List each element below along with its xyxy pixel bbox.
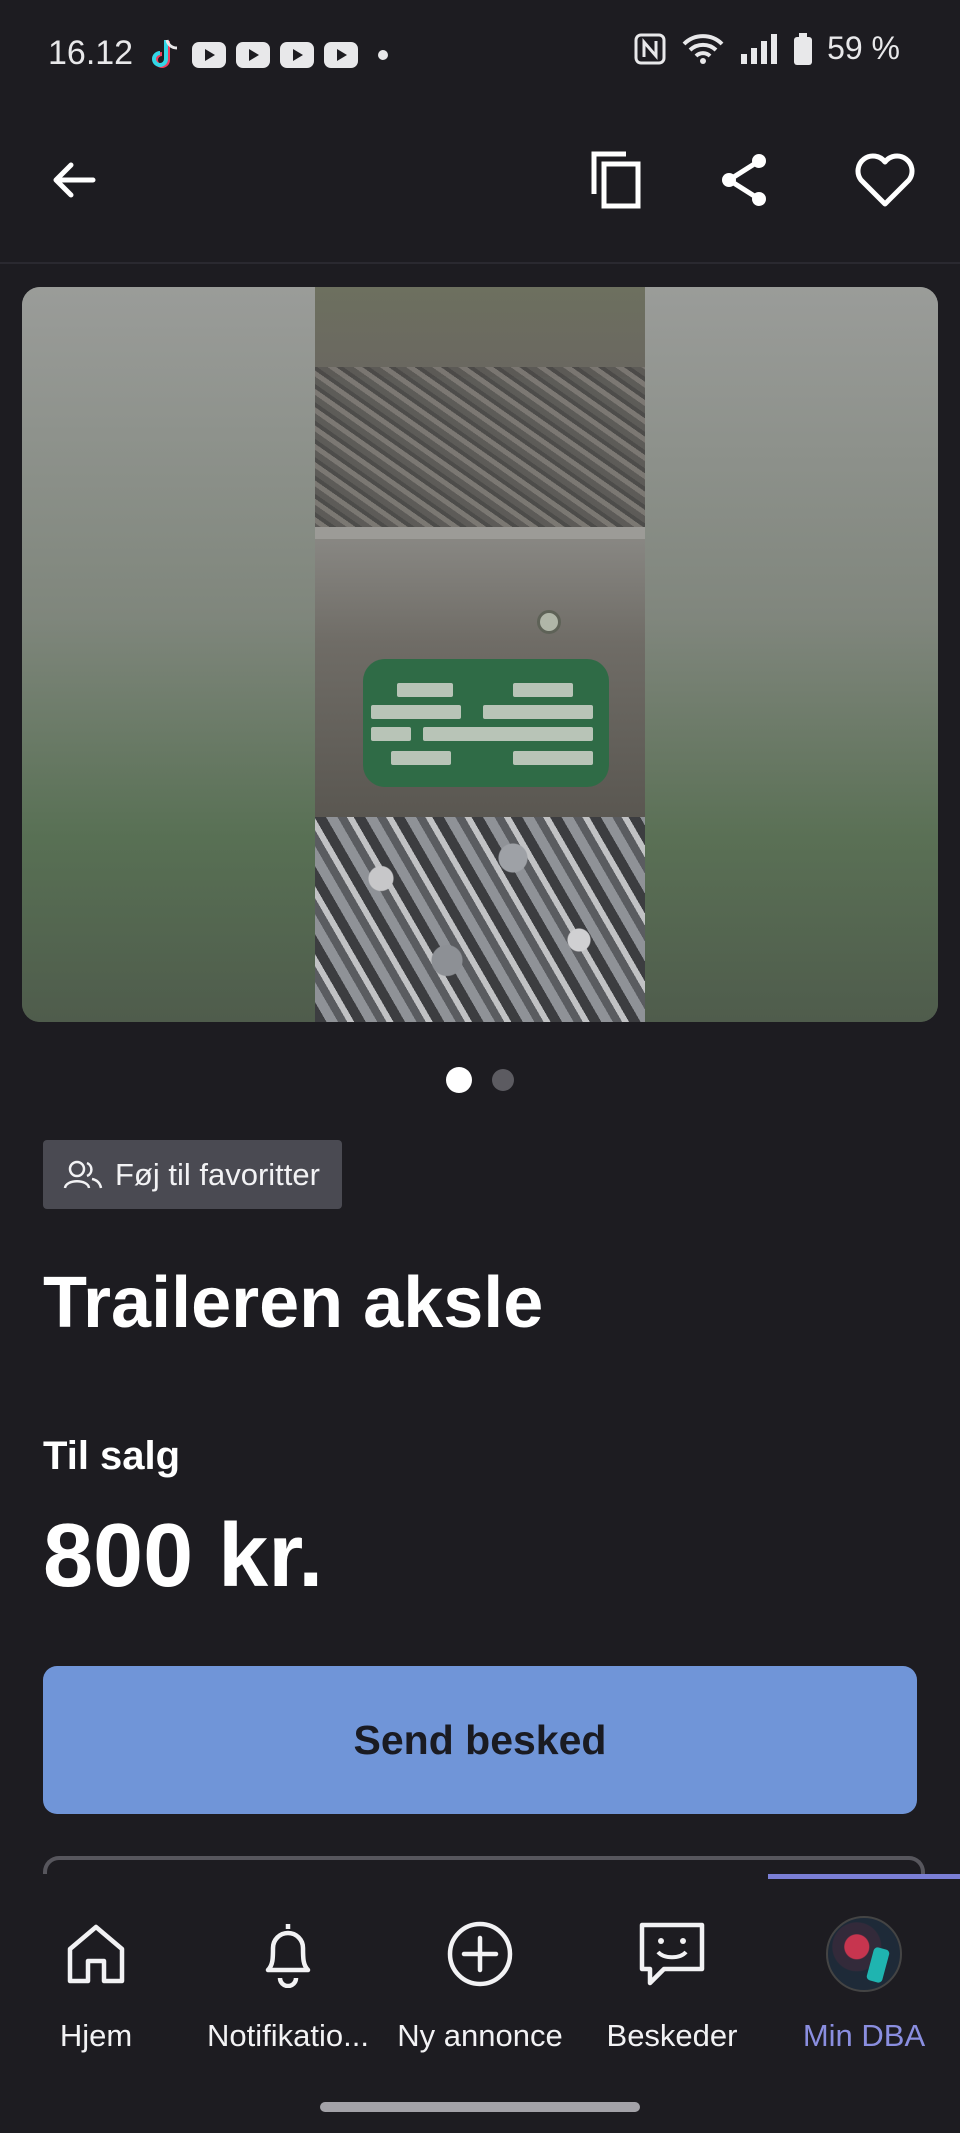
youtube-icon — [192, 42, 226, 68]
pager-dot[interactable] — [492, 1069, 514, 1091]
signal-icon — [741, 33, 778, 64]
tiktok-icon — [152, 39, 178, 68]
image-gallery[interactable] — [22, 287, 938, 1022]
nav-item-home[interactable]: Hjem — [0, 1914, 192, 2054]
users-icon — [63, 1160, 103, 1188]
nfc-icon — [634, 33, 666, 64]
nav-active-indicator — [768, 1874, 960, 1879]
share-icon — [722, 154, 766, 206]
bell-icon — [265, 1924, 311, 1988]
nav-label-notifications: Notifikatio... — [207, 2018, 369, 2053]
nav-item-notifications[interactable]: Notifikatio... — [192, 1914, 384, 2054]
nav-item-my-dba[interactable]: Min DBA — [768, 1914, 960, 2054]
notification-dot-icon — [378, 50, 388, 60]
listing-price: 800 kr. — [43, 1506, 324, 1606]
listing-page: 16.12 59 % Føj til favoritter Traileren … — [0, 0, 960, 2133]
nav-item-new-listing[interactable]: Ny annonce — [384, 1914, 576, 2054]
gallery-pager — [0, 1067, 960, 1093]
app-bar — [0, 120, 960, 250]
pager-dot-active[interactable] — [446, 1067, 472, 1093]
home-icon — [67, 1924, 125, 1984]
youtube-icon — [236, 42, 270, 68]
youtube-icon — [324, 42, 358, 68]
copy-button[interactable] — [578, 140, 658, 220]
add-to-favorites-chip[interactable]: Føj til favoritter — [43, 1140, 342, 1209]
plus-circle-icon — [447, 1921, 513, 1987]
axle-type-plate — [363, 659, 609, 787]
status-system-icons: 59 % — [633, 30, 900, 67]
home-indicator[interactable] — [320, 2102, 640, 2112]
listing-type: Til salg — [43, 1434, 181, 1478]
youtube-icon — [280, 42, 314, 68]
nav-item-messages[interactable]: Beskeder — [576, 1914, 768, 2054]
listing-photo[interactable] — [315, 287, 645, 1022]
status-bar: 16.12 59 % — [0, 0, 960, 110]
copy-icon — [591, 151, 641, 209]
status-notification-icons — [152, 38, 388, 72]
favorite-chip-label: Føj til favoritter — [115, 1156, 320, 1192]
send-message-button[interactable]: Send besked — [43, 1666, 917, 1814]
nav-label-my-dba: Min DBA — [802, 2018, 926, 2053]
heart-icon — [855, 153, 915, 207]
back-button[interactable] — [34, 140, 114, 220]
status-time: 16.12 — [48, 34, 134, 72]
gallery-blur-right — [645, 287, 938, 1022]
nav-label-home: Hjem — [59, 2018, 133, 2053]
nav-label-messages: Beskeder — [606, 2018, 738, 2053]
avatar — [826, 1916, 902, 1992]
gallery-blur-left — [22, 287, 315, 1022]
listing-title: Traileren aksle — [43, 1263, 544, 1343]
app-bar-divider — [0, 262, 960, 264]
message-icon — [639, 1922, 705, 1986]
nav-label-new-listing: Ny annonce — [397, 2018, 563, 2053]
wifi-icon — [682, 33, 724, 64]
share-button[interactable] — [704, 140, 784, 220]
battery-percent: 59 % — [827, 30, 900, 66]
favorite-heart-button[interactable] — [845, 140, 925, 220]
battery-icon — [794, 32, 813, 65]
back-arrow-icon — [53, 162, 96, 198]
bottom-navigation: Hjem Notifikatio... Ny annonce Beskeder … — [0, 1874, 960, 2133]
